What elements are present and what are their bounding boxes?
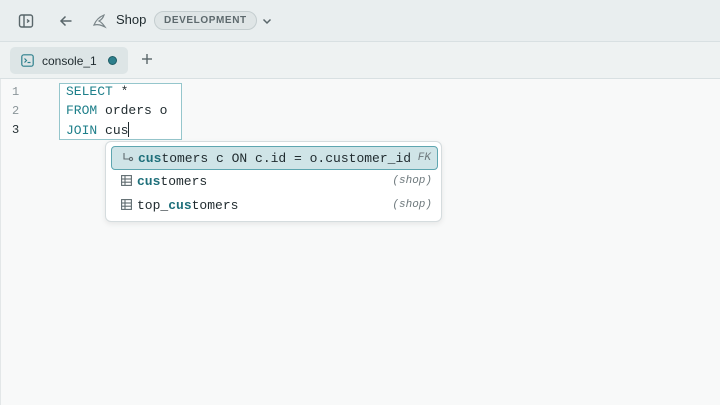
sql-text: orders o bbox=[97, 103, 168, 118]
tab-console-1[interactable]: console_1 bbox=[10, 47, 128, 74]
sql-text: cus bbox=[97, 123, 129, 138]
code-line[interactable]: FROM orders o bbox=[66, 103, 167, 118]
suggestion-match: cus bbox=[138, 151, 162, 166]
environment-badge: DEVELOPMENT bbox=[154, 11, 257, 30]
plus-icon[interactable] bbox=[139, 51, 155, 67]
chevron-down-icon[interactable] bbox=[259, 12, 275, 30]
line-number: 3 bbox=[12, 123, 20, 137]
sql-keyword: FROM bbox=[66, 103, 98, 118]
autocomplete-item[interactable]: top_customers (shop) bbox=[111, 194, 438, 218]
suggestion-text: tomers bbox=[191, 198, 239, 213]
unsaved-indicator bbox=[108, 56, 117, 65]
top-bar: Shop DEVELOPMENT bbox=[0, 0, 720, 42]
sql-keyword: SELECT bbox=[66, 84, 113, 99]
text-caret bbox=[128, 122, 130, 137]
sidebar-toggle-icon[interactable] bbox=[16, 11, 36, 31]
database-icon bbox=[90, 11, 110, 31]
back-arrow-icon[interactable] bbox=[56, 11, 76, 31]
suggestion-meta: (shop) bbox=[392, 175, 432, 187]
tab-bar: console_1 bbox=[0, 42, 720, 79]
suggestion-match: cus bbox=[168, 198, 192, 213]
suggestion-prefix: top_ bbox=[137, 198, 169, 213]
code-line[interactable]: SELECT * bbox=[66, 84, 128, 99]
line-number: 2 bbox=[12, 104, 20, 118]
suggestion-text: tomers bbox=[160, 174, 208, 189]
tab-label: console_1 bbox=[42, 54, 97, 68]
foreign-key-icon bbox=[122, 152, 134, 164]
table-icon bbox=[121, 175, 133, 187]
suggestion-meta: (shop) bbox=[392, 199, 432, 211]
autocomplete-popup: customers c ON c.id = o.customer_id FK c… bbox=[105, 141, 442, 222]
suggestion-match: cus bbox=[137, 174, 161, 189]
sql-editor[interactable]: 1 2 3 SELECT * FROM orders o JOIN cus bbox=[0, 79, 720, 405]
sql-text: * bbox=[112, 84, 129, 99]
sql-keyword: JOIN bbox=[66, 123, 98, 138]
autocomplete-item[interactable]: customers c ON c.id = o.customer_id FK bbox=[111, 146, 438, 170]
table-icon bbox=[121, 199, 133, 211]
autocomplete-item[interactable]: customers (shop) bbox=[111, 170, 438, 194]
suggestion-text: tomers c ON c.id = o.customer_id bbox=[161, 151, 412, 166]
line-number: 1 bbox=[12, 85, 20, 99]
suggestion-meta: FK bbox=[417, 152, 431, 164]
console-icon bbox=[21, 54, 34, 67]
database-title: Shop bbox=[116, 12, 147, 27]
code-line[interactable]: JOIN cus bbox=[66, 122, 130, 138]
